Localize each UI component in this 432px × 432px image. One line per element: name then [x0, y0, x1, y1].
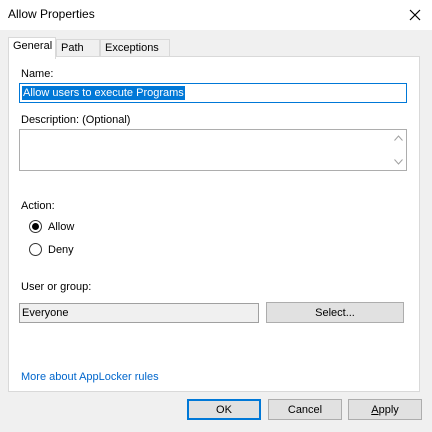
help-link[interactable]: More about AppLocker rules	[21, 371, 159, 383]
tab-exceptions-label: Exceptions	[105, 42, 159, 54]
name-input-value: Allow users to execute Programs	[22, 86, 185, 100]
title-bar: Allow Properties	[0, 0, 432, 30]
chevron-up-icon	[393, 135, 403, 141]
description-label: Description: (Optional)	[21, 114, 131, 126]
ok-button[interactable]: OK	[187, 399, 261, 420]
select-button-label: Select...	[315, 306, 355, 319]
scroll-up-button[interactable]	[392, 132, 404, 144]
chevron-down-icon	[393, 159, 403, 165]
tab-exceptions[interactable]: Exceptions	[100, 39, 170, 57]
close-button[interactable]	[398, 0, 432, 30]
cancel-button[interactable]: Cancel	[268, 399, 342, 420]
cancel-button-label: Cancel	[287, 403, 323, 416]
name-input[interactable]: Allow users to execute Programs	[19, 83, 407, 103]
close-icon	[409, 9, 421, 21]
deny-radio-label[interactable]: Deny	[48, 244, 74, 256]
tab-general[interactable]: General	[8, 37, 56, 59]
apply-button[interactable]: Apply	[348, 399, 422, 420]
action-label: Action:	[21, 200, 55, 212]
user-group-field: Everyone	[19, 303, 259, 323]
allow-radio-label[interactable]: Allow	[48, 221, 74, 233]
select-button[interactable]: Select...	[266, 302, 404, 323]
description-textarea[interactable]	[19, 129, 407, 171]
deny-radio[interactable]	[29, 243, 42, 256]
user-group-label: User or group:	[21, 281, 92, 293]
tab-general-label: General	[13, 40, 53, 52]
dialog-title: Allow Properties	[8, 7, 95, 21]
name-label: Name:	[21, 68, 54, 80]
ok-button-label: OK	[216, 403, 232, 416]
user-group-value: Everyone	[22, 307, 69, 319]
scroll-down-button[interactable]	[392, 156, 404, 168]
tab-path[interactable]: Path	[56, 39, 100, 57]
allow-radio[interactable]	[29, 220, 42, 233]
apply-button-label: Apply	[371, 403, 399, 416]
allow-properties-dialog: Allow Properties General Path Exceptions…	[0, 0, 432, 432]
tab-path-label: Path	[61, 42, 84, 54]
